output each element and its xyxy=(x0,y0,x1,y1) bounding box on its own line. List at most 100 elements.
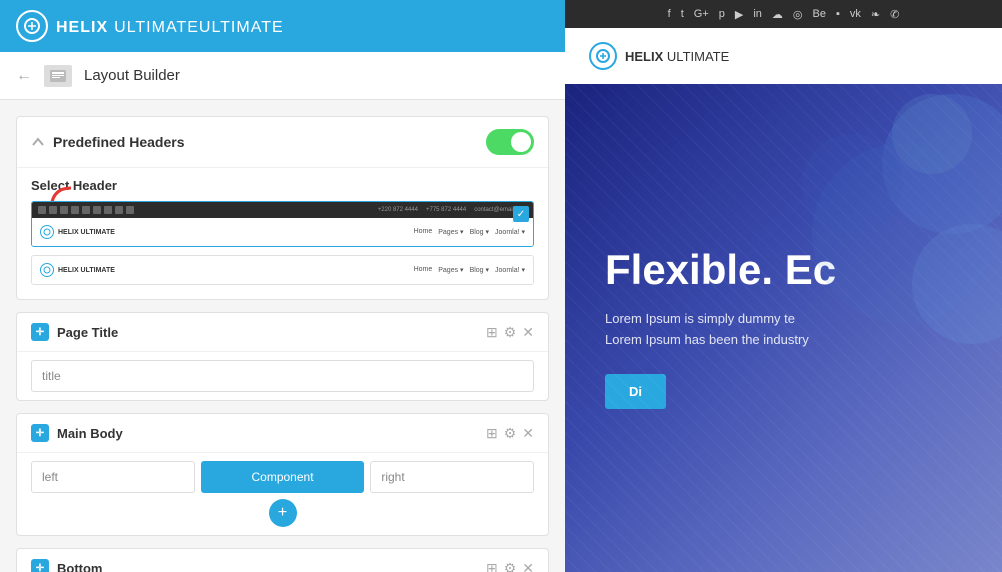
app-name-suffix: ULTIMATE xyxy=(114,19,199,36)
main-body-label: Main Body xyxy=(57,426,123,441)
main-body-actions: ⊞ ⚙ ✕ xyxy=(486,425,534,442)
page-title-col: title xyxy=(31,360,534,392)
bottom-settings-icon[interactable]: ⚙ xyxy=(504,560,517,572)
bottom-drag-icon[interactable]: ✛ xyxy=(31,559,49,572)
header-option-2[interactable]: HELIX ULTIMATE Home Pages ▾ Blog ▾ Jooml… xyxy=(31,255,534,285)
header-topbar-1: +220 872 4444 +775 872 4444 contact@emai… xyxy=(32,202,533,218)
social-be: Be xyxy=(813,8,826,20)
bottom-label: Bottom xyxy=(57,561,103,572)
social-dot xyxy=(60,206,68,214)
social-dot xyxy=(38,206,46,214)
left-column: left xyxy=(31,461,195,493)
topbar-contact: +220 872 4444 +775 872 4444 contact@emai… xyxy=(378,207,527,213)
page-title-actions: ⊞ ⚙ ✕ xyxy=(486,324,534,341)
selected-checkmark: ✓ xyxy=(513,206,529,222)
nav-blog: Blog ▾ xyxy=(470,228,489,236)
main-body-title: ✛ Main Body xyxy=(31,424,123,442)
hero-circles-decoration xyxy=(752,84,1002,384)
social-ig: ◎ xyxy=(793,8,803,21)
nav-home-2: Home xyxy=(414,266,433,274)
preview-topbar: f t G+ p ▶ in ☁ ◎ Be ▪ vk ❧ ✆ xyxy=(565,0,1002,28)
right-column: right xyxy=(370,461,534,493)
page-title-section-header: ✛ Page Title ⊞ ⚙ ✕ xyxy=(17,313,548,352)
predefined-headers-label-group: Predefined Headers xyxy=(31,134,185,150)
bottom-title: ✛ Bottom xyxy=(31,559,103,572)
nav-pages: Pages ▾ xyxy=(438,228,463,236)
social-dot xyxy=(93,206,101,214)
bottom-delete-icon[interactable]: ✕ xyxy=(522,560,534,572)
preview-logo-text: HELIX ULTIMATE xyxy=(625,49,729,64)
page-title-drag-icon[interactable]: ✛ xyxy=(31,323,49,341)
main-body-section-header: ✛ Main Body ⊞ ⚙ ✕ xyxy=(17,414,548,453)
social-dot xyxy=(126,206,134,214)
social-tw: t xyxy=(681,8,684,20)
header-nav-mini-2: Home Pages ▾ Blog ▾ Joomla! ▾ xyxy=(414,266,525,274)
preview-header: HELIX ULTIMATE xyxy=(565,28,1002,84)
app-header: HELIX ULTIMATEULTIMATE xyxy=(0,0,565,52)
page-title-body: title xyxy=(17,352,548,400)
preview-logo: HELIX ULTIMATE xyxy=(589,42,729,70)
delete-icon[interactable]: ✕ xyxy=(522,324,534,341)
social-pin: p xyxy=(719,8,725,20)
predefined-headers-header: Predefined Headers xyxy=(17,117,548,168)
logo-icon xyxy=(16,10,48,42)
page-title: Layout Builder xyxy=(84,67,180,84)
settings-icon[interactable]: ⚙ xyxy=(504,324,517,341)
main-body-body: left Component right + xyxy=(17,453,548,535)
breadcrumb-bar: ← Layout Builder xyxy=(0,52,565,100)
header-nav-mini: Home Pages ▾ Blog ▾ Joomla! ▾ xyxy=(414,228,525,236)
preview-hero: Flexible. Ec Lorem Ipsum is simply dummy… xyxy=(565,84,1002,572)
main-body-drag-icon[interactable]: ✛ xyxy=(31,424,49,442)
app-logo: HELIX ULTIMATEULTIMATE xyxy=(16,10,284,42)
predefined-headers-label: Predefined Headers xyxy=(53,134,185,150)
add-column-button[interactable]: + xyxy=(269,499,297,527)
app-name: HELIX xyxy=(56,19,108,36)
predefined-headers-section: Predefined Headers Select Header xyxy=(16,116,549,300)
select-header-label: Select Header xyxy=(31,178,534,193)
page-title-columns: title xyxy=(31,360,534,392)
component-column: Component xyxy=(201,461,365,493)
social-yt: ▶ xyxy=(735,8,743,21)
social-dot xyxy=(82,206,90,214)
header-logo-circle-2 xyxy=(40,263,54,277)
main-copy-icon[interactable]: ⊞ xyxy=(486,425,498,442)
chevron-up-icon xyxy=(31,135,45,149)
nav-blog-2: Blog ▾ xyxy=(470,266,489,274)
social-wa: ✆ xyxy=(890,8,899,21)
nav-pages-2: Pages ▾ xyxy=(438,266,463,274)
bottom-section-header: ✛ Bottom ⊞ ⚙ ✕ xyxy=(17,549,548,572)
header-options-list: +220 872 4444 +775 872 4444 contact@emai… xyxy=(17,201,548,299)
bottom-section: ✛ Bottom ⊞ ⚙ ✕ xyxy=(16,548,549,572)
main-delete-icon[interactable]: ✕ xyxy=(522,425,534,442)
preview-logo-circle xyxy=(589,42,617,70)
topbar-social-icons xyxy=(38,206,134,214)
select-header-section: Select Header xyxy=(17,168,548,193)
header-logo-text-2: HELIX ULTIMATE xyxy=(58,267,115,274)
nav-joomla-2: Joomla! ▾ xyxy=(495,266,525,274)
social-dot xyxy=(71,206,79,214)
predefined-headers-toggle[interactable] xyxy=(486,129,534,155)
bottom-copy-icon[interactable]: ⊞ xyxy=(486,560,498,572)
social-dot xyxy=(104,206,112,214)
phone-2: +775 872 4444 xyxy=(426,207,466,213)
nav-joomla: Joomla! ▾ xyxy=(495,228,525,236)
social-sk: ❧ xyxy=(871,8,880,21)
phone-1: +220 872 4444 xyxy=(378,207,418,213)
left-panel: HELIX ULTIMATEULTIMATE ← Layout Builder xyxy=(0,0,565,572)
preview-ultimate: ULTIMATE xyxy=(667,49,729,64)
header-logo-text: HELIX ULTIMATE xyxy=(58,229,115,236)
social-fb: f xyxy=(668,8,671,20)
back-button[interactable]: ← xyxy=(16,67,32,85)
main-body-section: ✛ Main Body ⊞ ⚙ ✕ left Component right + xyxy=(16,413,549,536)
social-dot xyxy=(49,206,57,214)
social-500px: ▪ xyxy=(836,8,840,20)
header-option-1[interactable]: +220 872 4444 +775 872 4444 contact@emai… xyxy=(31,201,534,247)
bottom-actions: ⊞ ⚙ ✕ xyxy=(486,560,534,572)
social-li: in xyxy=(753,8,762,20)
header-logo-circle xyxy=(40,225,54,239)
social-gplus: G+ xyxy=(694,8,709,20)
breadcrumb-icon xyxy=(44,65,72,87)
header-logo-mini-2: HELIX ULTIMATE xyxy=(40,263,115,277)
main-settings-icon[interactable]: ⚙ xyxy=(504,425,517,442)
copy-icon[interactable]: ⊞ xyxy=(486,324,498,341)
